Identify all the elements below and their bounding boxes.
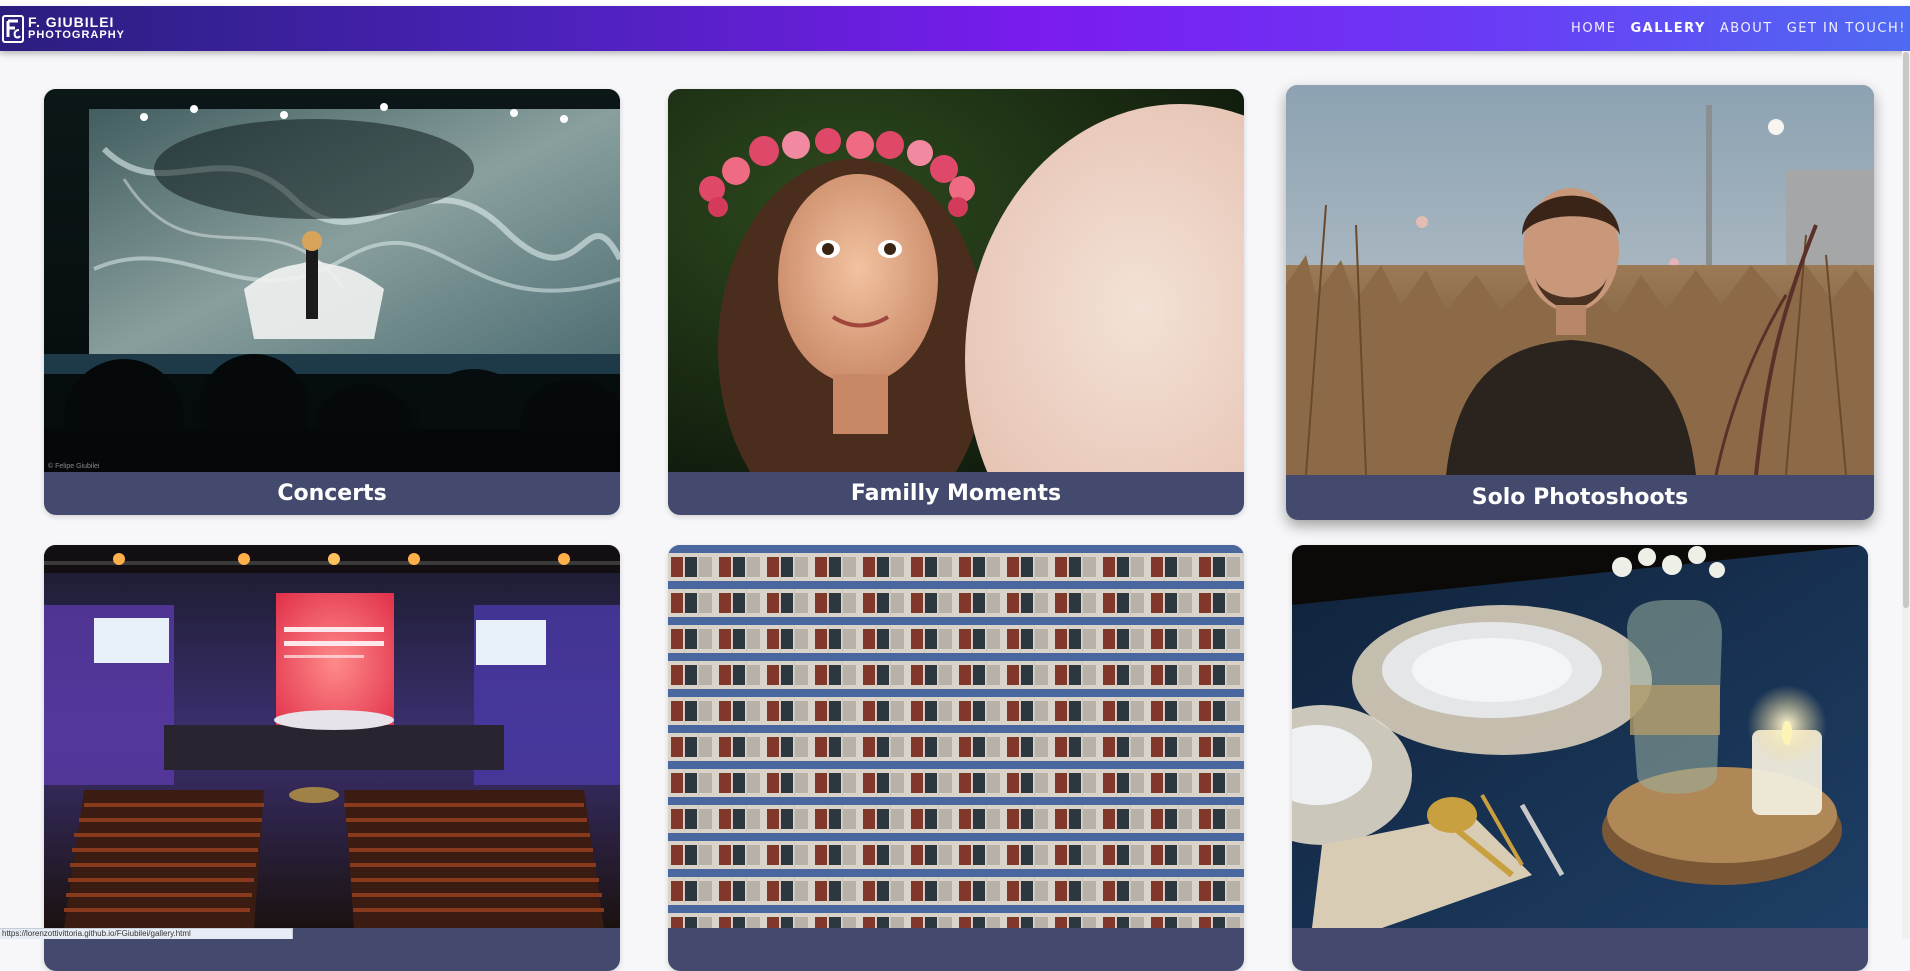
brand-logo[interactable]: F. GIUBILEI PHOTOGRAPHY bbox=[2, 12, 125, 46]
event-auditorium-stage-photo bbox=[44, 545, 620, 928]
gallery-card-events[interactable] bbox=[44, 545, 620, 971]
brand-wordmark: F. GIUBILEI PHOTOGRAPHY bbox=[28, 14, 125, 42]
card-caption bbox=[1292, 928, 1868, 971]
girl-flower-crown-pregnant-belly-photo bbox=[668, 89, 1244, 472]
card-caption: Solo Photoshoots bbox=[1471, 485, 1689, 510]
gallery-card-weddings[interactable] bbox=[1292, 545, 1868, 971]
card-caption: Familly Moments bbox=[850, 481, 1062, 506]
nav-link-get-in-touch[interactable]: GET IN TOUCH! bbox=[1787, 21, 1906, 36]
man-in-tall-grass-photo bbox=[1286, 85, 1874, 475]
nav-link-gallery[interactable]: GALLERY bbox=[1631, 21, 1706, 36]
nav-link-home[interactable]: HOME bbox=[1571, 21, 1616, 36]
nav-link-about[interactable]: ABOUT bbox=[1720, 21, 1773, 36]
gallery-card-concerts[interactable]: © Felipe Giubilei Concerts bbox=[44, 89, 620, 515]
link-status-bar: https://lorenzottivittoria.github.io/FGi… bbox=[0, 928, 293, 939]
concert-stage-performer-photo: © Felipe Giubilei bbox=[44, 89, 620, 472]
table-setting-candle-photo bbox=[1292, 545, 1868, 928]
card-caption bbox=[668, 928, 1244, 971]
brand-name: F. GIUBILEI bbox=[28, 14, 115, 30]
nav-links: HOME GALLERY ABOUT GET IN TOUCH! bbox=[1557, 6, 1910, 51]
gallery-card-solo-photoshoots[interactable]: Solo Photoshoots bbox=[1286, 85, 1874, 520]
gallery-card-familly-moments[interactable]: Familly Moments bbox=[668, 89, 1244, 515]
photo-watermark: © Felipe Giubilei bbox=[48, 463, 100, 470]
brand-subtitle: PHOTOGRAPHY bbox=[28, 29, 125, 41]
card-caption: Concerts bbox=[277, 481, 387, 506]
gallery-card-architecture[interactable] bbox=[668, 545, 1244, 971]
fg-monogram-icon bbox=[2, 14, 24, 44]
navbar: F. GIUBILEI PHOTOGRAPHY HOME GALLERY ABO… bbox=[0, 6, 1910, 51]
scrollbar-thumb[interactable] bbox=[1903, 52, 1909, 608]
apartment-building-facade-photo bbox=[668, 545, 1244, 928]
